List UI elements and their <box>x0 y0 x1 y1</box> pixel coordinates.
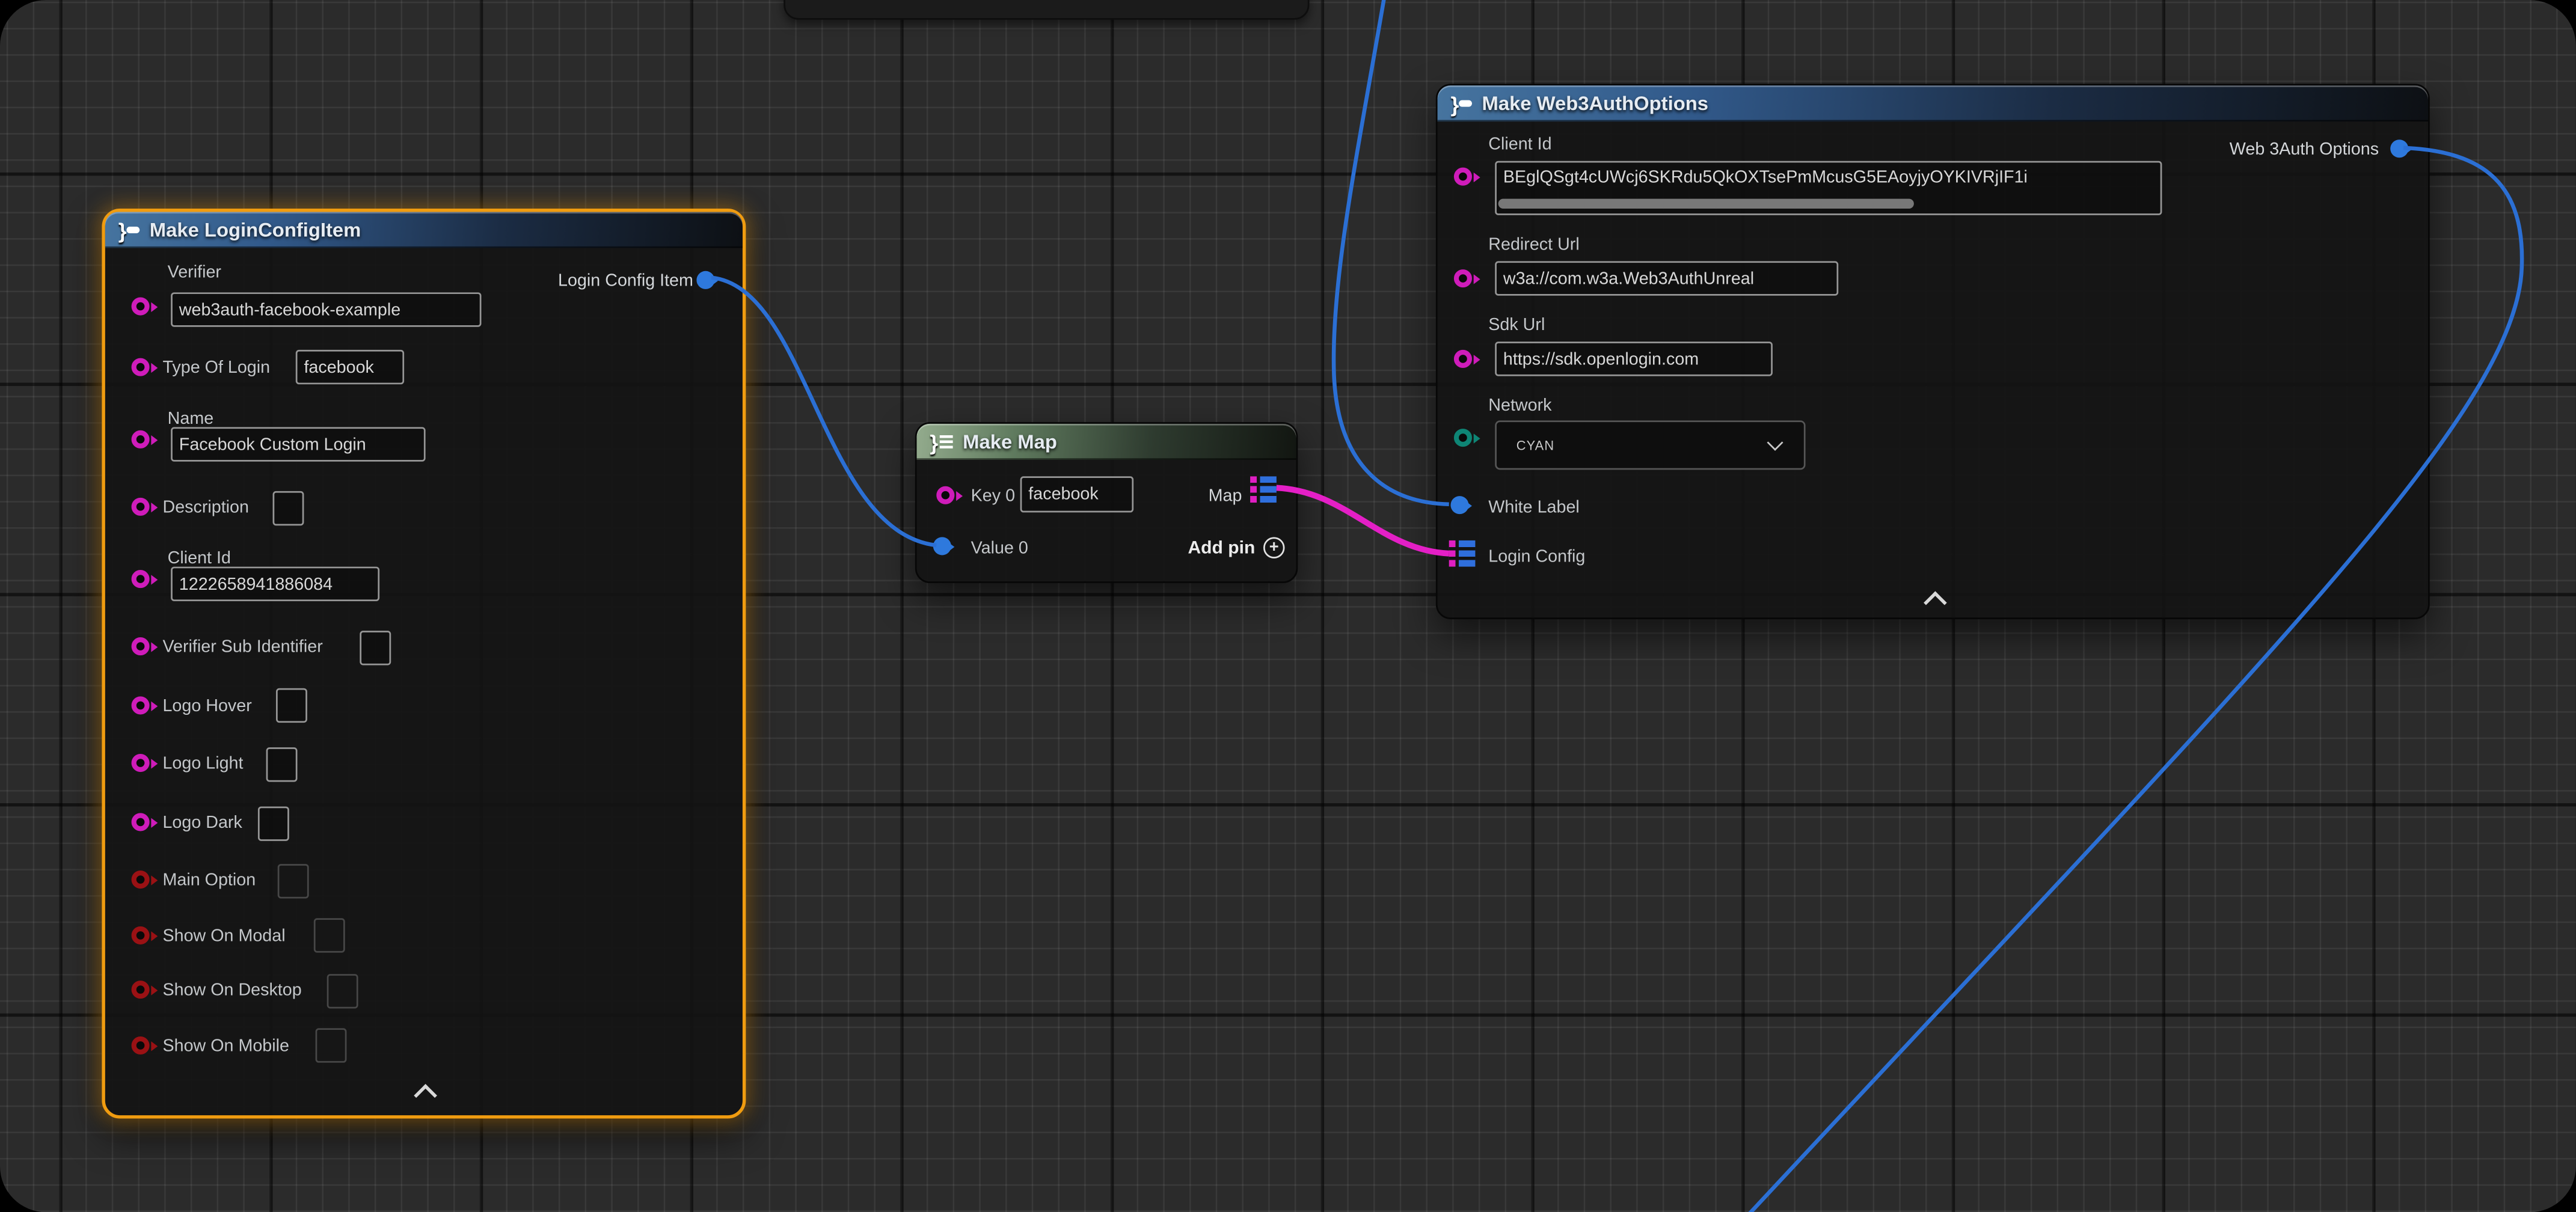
client-id-input[interactable]: 1222658941886084 <box>171 567 379 601</box>
offscreen-node-edge[interactable] <box>784 0 1309 20</box>
output-pin-web3auth-options[interactable] <box>2390 139 2408 158</box>
chevron-down-icon <box>1767 435 1783 451</box>
main-option-checkbox[interactable] <box>278 864 309 898</box>
circled-plus-icon[interactable]: + <box>1263 537 1285 559</box>
node-header[interactable]: } Make Map <box>917 424 1296 460</box>
struct-brace-icon: } <box>1450 93 1459 114</box>
verifier-input[interactable]: web3auth-facebook-example <box>171 292 481 326</box>
pin-label-main-option: Main Option <box>162 871 256 890</box>
pin-label-show-on-modal: Show On Modal <box>162 926 285 946</box>
pin-label-sdk-url: Sdk Url <box>1488 316 1545 335</box>
pin-login-config-grid-icon[interactable] <box>1449 540 1476 567</box>
pin-label-logo-light: Logo Light <box>162 754 243 774</box>
node-header[interactable]: } Make LoginConfigItem <box>105 212 743 248</box>
wire-top-to-whitelabel[interactable] <box>1334 0 1449 504</box>
network-dropdown-value: CYAN <box>1516 438 1770 453</box>
node-make-map[interactable]: } Make Map Key 0 facebook Map Value 0 Ad… <box>915 422 1298 583</box>
pin-verifier-sub-identifier[interactable] <box>132 637 150 655</box>
pin-logo-hover[interactable] <box>132 696 150 714</box>
pin-label-key-0: Key 0 <box>971 486 1015 506</box>
pin-label-type-of-login: Type Of Login <box>162 358 270 378</box>
pin-label-logo-dark: Logo Dark <box>162 813 242 833</box>
pin-label-client-id: Client Id <box>168 549 231 569</box>
struct-pill-icon <box>127 227 140 233</box>
pin-show-on-desktop[interactable] <box>132 981 150 999</box>
pin-client-id[interactable] <box>1454 168 1472 186</box>
pin-main-option[interactable] <box>132 871 150 889</box>
name-input[interactable]: Facebook Custom Login <box>171 427 425 461</box>
pin-logo-dark[interactable] <box>132 813 150 831</box>
wire-map-to-loginconfig[interactable] <box>1277 488 1449 553</box>
output-pin-login-config-item[interactable] <box>696 271 714 289</box>
struct-brace-icon: } <box>118 219 127 241</box>
pin-value-0[interactable] <box>933 537 951 555</box>
pin-label-client-id: Client Id <box>1488 135 1551 155</box>
chevron-up-icon[interactable] <box>414 1084 437 1107</box>
pin-label-description: Description <box>162 498 249 518</box>
pin-sdk-url[interactable] <box>1454 350 1472 368</box>
pin-name[interactable] <box>132 430 150 448</box>
verifier-sub-identifier-input[interactable] <box>360 631 391 665</box>
node-title: Make LoginConfigItem <box>150 218 361 241</box>
logo-dark-input[interactable] <box>258 806 289 840</box>
chevron-up-icon[interactable] <box>1924 591 1947 614</box>
map-lines-icon <box>940 435 953 448</box>
output-pin-label-map: Map <box>1209 486 1242 506</box>
node-make-web3authoptions[interactable]: } Make Web3AuthOptions Web 3Auth Options… <box>1436 84 2430 619</box>
show-on-desktop-checkbox[interactable] <box>327 974 358 1008</box>
pin-verifier[interactable] <box>132 298 150 316</box>
node-make-loginconfigitem[interactable]: } Make LoginConfigItem Login Config Item… <box>102 209 746 1119</box>
node-title: Make Web3AuthOptions <box>1482 92 1708 115</box>
pin-label-show-on-mobile: Show On Mobile <box>162 1036 289 1056</box>
pin-label-login-config: Login Config <box>1488 547 1585 567</box>
output-pin-label: Web 3Auth Options <box>2230 139 2379 159</box>
pin-label-network: Network <box>1488 396 1551 415</box>
pin-label-white-label: White Label <box>1488 498 1580 518</box>
logo-light-input[interactable] <box>266 747 298 782</box>
show-on-mobile-checkbox[interactable] <box>316 1028 347 1062</box>
pin-type-of-login[interactable] <box>132 358 150 376</box>
pin-label-name: Name <box>168 409 214 429</box>
pin-label-redirect-url: Redirect Url <box>1488 235 1579 255</box>
redirect-url-input[interactable]: w3a://com.w3a.Web3AuthUnreal <box>1495 261 1838 295</box>
pin-label-logo-hover: Logo Hover <box>162 696 251 716</box>
node-title: Make Map <box>963 430 1057 453</box>
client-id-scrollbar[interactable] <box>1498 199 1914 209</box>
output-pin-map-grid-icon[interactable] <box>1250 476 1277 503</box>
struct-pill-icon <box>1459 100 1472 107</box>
description-input[interactable] <box>273 491 304 525</box>
pin-client-id[interactable] <box>132 570 150 588</box>
pin-white-label[interactable] <box>1450 496 1468 514</box>
graph-canvas[interactable]: } Make LoginConfigItem Login Config Item… <box>0 0 2576 1212</box>
pin-key-0[interactable] <box>936 486 954 504</box>
show-on-modal-checkbox[interactable] <box>314 918 345 952</box>
pin-label-verifier: Verifier <box>168 263 221 283</box>
blueprint-editor-stage: } Make LoginConfigItem Login Config Item… <box>0 0 2576 1212</box>
pin-show-on-modal[interactable] <box>132 926 150 944</box>
key-0-input[interactable]: facebook <box>1020 476 1134 512</box>
pin-logo-light[interactable] <box>132 754 150 772</box>
pin-label-verifier-sub-identifier: Verifier Sub Identifier <box>162 637 322 657</box>
pin-network[interactable] <box>1454 429 1472 447</box>
pin-redirect-url[interactable] <box>1454 269 1472 287</box>
pin-description[interactable] <box>132 498 150 516</box>
pin-show-on-mobile[interactable] <box>132 1036 150 1054</box>
pin-label-value-0: Value 0 <box>971 539 1028 559</box>
node-header[interactable]: } Make Web3AuthOptions <box>1438 85 2428 121</box>
logo-hover-input[interactable] <box>276 688 307 723</box>
type-of-login-input[interactable]: facebook <box>296 350 404 384</box>
sdk-url-input[interactable]: https://sdk.openlogin.com <box>1495 341 1773 376</box>
network-dropdown[interactable]: CYAN <box>1495 420 1805 470</box>
output-pin-label: Login Config Item <box>558 271 693 291</box>
map-brace-icon: } <box>930 431 938 453</box>
add-pin-button[interactable]: Add pin <box>1188 539 1255 559</box>
pin-label-show-on-desktop: Show On Desktop <box>162 981 301 1000</box>
